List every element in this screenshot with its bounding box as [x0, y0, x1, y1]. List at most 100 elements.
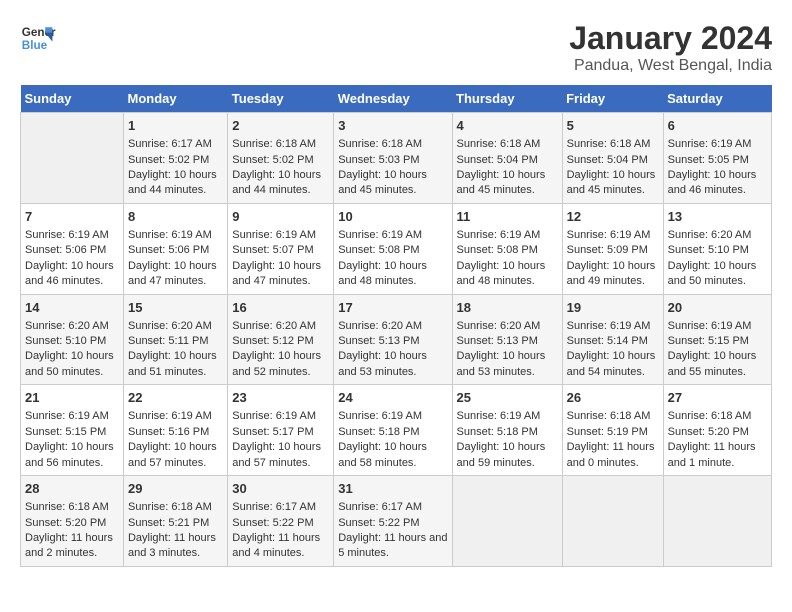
sunset-text: Sunset: 5:05 PM: [668, 154, 749, 166]
sunset-text: Sunset: 5:18 PM: [457, 426, 538, 438]
sunrise-text: Sunrise: 6:20 AM: [128, 320, 212, 332]
daylight-text: Daylight: 10 hours and 56 minutes.: [25, 441, 114, 468]
day-number: 17: [338, 299, 447, 317]
sunrise-text: Sunrise: 6:19 AM: [232, 229, 316, 241]
svg-text:Blue: Blue: [22, 39, 48, 52]
daylight-text: Daylight: 10 hours and 55 minutes.: [668, 350, 757, 377]
daylight-text: Daylight: 10 hours and 58 minutes.: [338, 441, 427, 468]
sunrise-text: Sunrise: 6:20 AM: [232, 320, 316, 332]
sunrise-text: Sunrise: 6:19 AM: [338, 410, 422, 422]
calendar-cell: 9 Sunrise: 6:19 AM Sunset: 5:07 PM Daylight…: [228, 203, 334, 294]
sunrise-text: Sunrise: 6:17 AM: [128, 138, 212, 150]
sunset-text: Sunset: 5:21 PM: [128, 517, 209, 529]
sunrise-text: Sunrise: 6:18 AM: [128, 501, 212, 513]
header-sunday: Sunday: [21, 85, 124, 113]
calendar-cell: 31Sunrise: 6:17 AMSunset: 5:22 PMDayligh…: [334, 476, 452, 567]
calendar-cell: 20Sunrise: 6:19 AMSunset: 5:15 PMDayligh…: [663, 294, 771, 385]
sunset-text: Sunset: 5:13 PM: [457, 335, 538, 347]
daylight-text: Daylight: 11 hours and 4 minutes.: [232, 532, 320, 559]
sunrise-text: Sunrise: 6:20 AM: [338, 320, 422, 332]
calendar-cell: 24Sunrise: 6:19 AMSunset: 5:18 PMDayligh…: [334, 385, 452, 476]
sunset-text: Sunset: 5:08 PM: [457, 244, 538, 256]
daylight-text: Daylight: 10 hours and 47 minutes.: [232, 260, 321, 287]
daylight-text: Daylight: 11 hours and 2 minutes.: [25, 532, 113, 559]
day-number: 9: [232, 208, 329, 226]
day-number: 18: [457, 299, 558, 317]
daylight-text: Daylight: 10 hours and 46 minutes.: [668, 169, 757, 196]
calendar-cell: 25Sunrise: 6:19 AMSunset: 5:18 PMDayligh…: [452, 385, 562, 476]
sunrise-text: Sunrise: 6:18 AM: [567, 410, 651, 422]
sunrise-text: Sunrise: 6:18 AM: [668, 410, 752, 422]
sunrise-text: Sunrise: 6:18 AM: [338, 138, 422, 150]
calendar-cell: 5Sunrise: 6:18 AMSunset: 5:04 PMDaylight…: [562, 113, 663, 204]
calendar-cell: 10Sunrise: 6:19 AMSunset: 5:08 PMDayligh…: [334, 203, 452, 294]
calendar-week-row: 7Sunrise: 6:19 AMSunset: 5:06 PMDaylight…: [21, 203, 772, 294]
calendar-cell: 30Sunrise: 6:17 AMSunset: 5:22 PMDayligh…: [228, 476, 334, 567]
page-header: General Blue January 2024 Pandua, West B…: [20, 20, 772, 75]
calendar-cell: 28Sunrise: 6:18 AMSunset: 5:20 PMDayligh…: [21, 476, 124, 567]
sunset-text: Sunset: 5:15 PM: [668, 335, 749, 347]
sunset-text: Sunset: 5:02 PM: [128, 154, 209, 166]
sunrise-text: Sunrise: 6:20 AM: [25, 320, 109, 332]
sunset-text: Sunset: 5:12 PM: [232, 335, 313, 347]
sunrise-text: Sunrise: 6:18 AM: [567, 138, 651, 150]
calendar-cell: 6 Sunrise: 6:19 AM Sunset: 5:05 PM Daylight…: [663, 113, 771, 204]
day-number: 6: [668, 117, 767, 135]
sunset-text: Sunset: 5:22 PM: [232, 517, 313, 529]
calendar-cell: 3Sunrise: 6:18 AMSunset: 5:03 PMDaylight…: [334, 113, 452, 204]
header-monday: Monday: [123, 85, 227, 113]
day-number: 2: [232, 117, 329, 135]
calendar-cell: 16Sunrise: 6:20 AMSunset: 5:12 PMDayligh…: [228, 294, 334, 385]
page-title: January 2024: [569, 20, 772, 57]
calendar-cell: [663, 476, 771, 567]
sunset-text: Sunset: 5:07 PM: [232, 244, 313, 256]
day-number: 31: [338, 480, 447, 498]
header-friday: Friday: [562, 85, 663, 113]
calendar-cell: [562, 476, 663, 567]
daylight-text: Daylight: 11 hours and 3 minutes.: [128, 532, 216, 559]
sunrise-text: Sunrise: 6:18 AM: [457, 138, 541, 150]
sunset-text: Sunset: 5:08 PM: [338, 244, 419, 256]
calendar-cell: 29Sunrise: 6:18 AMSunset: 5:21 PMDayligh…: [123, 476, 227, 567]
daylight-text: Daylight: 10 hours and 44 minutes.: [128, 169, 217, 196]
sunset-text: Sunset: 5:03 PM: [338, 154, 419, 166]
day-number: 21: [25, 389, 119, 407]
sunrise-text: Sunrise: 6:20 AM: [668, 229, 752, 241]
sunset-text: Sunset: 5:15 PM: [25, 426, 106, 438]
day-number: 20: [668, 299, 767, 317]
sunrise-text: Sunrise: 6:19 AM: [567, 229, 651, 241]
calendar-cell: 23Sunrise: 6:19 AMSunset: 5:17 PMDayligh…: [228, 385, 334, 476]
day-number: 8: [128, 208, 223, 226]
calendar-cell: 21Sunrise: 6:19 AMSunset: 5:15 PMDayligh…: [21, 385, 124, 476]
daylight-text: Daylight: 10 hours and 53 minutes.: [457, 350, 546, 377]
sunset-text: Sunset: 5:06 PM: [128, 244, 209, 256]
calendar-header-row: Sunday Monday Tuesday Wednesday Thursday…: [21, 85, 772, 113]
sunrise-text: Sunrise: 6:19 AM: [567, 320, 651, 332]
sunset-text: Sunset: 5:06 PM: [25, 244, 106, 256]
calendar-cell: 13Sunrise: 6:20 AMSunset: 5:10 PMDayligh…: [663, 203, 771, 294]
day-number: 25: [457, 389, 558, 407]
calendar-table: Sunday Monday Tuesday Wednesday Thursday…: [20, 85, 772, 567]
daylight-text: Daylight: 11 hours and 5 minutes.: [338, 532, 447, 559]
sunrise-text: Sunrise: 6:19 AM: [668, 138, 752, 150]
sunrise-text: Sunrise: 6:19 AM: [232, 410, 316, 422]
calendar-week-row: 21 Sunrise: 6:19 AM Sunset: 5:15 PM Dayligh…: [21, 385, 772, 476]
day-number: 5: [567, 117, 659, 135]
calendar-cell: 27Sunrise: 6:18 AMSunset: 5:20 PMDayligh…: [663, 385, 771, 476]
calendar-cell: 7Sunrise: 6:19 AMSunset: 5:06 PMDaylight…: [21, 203, 124, 294]
daylight-text: Daylight: 10 hours and 49 minutes.: [567, 260, 656, 287]
sunrise-text: Sunrise: 6:18 AM: [232, 138, 316, 150]
calendar-cell: 2Sunrise: 6:18 AMSunset: 5:02 PMDaylight…: [228, 113, 334, 204]
daylight-text: Daylight: 10 hours and 46 minutes.: [25, 260, 114, 287]
page-subtitle: Pandua, West Bengal, India: [569, 57, 772, 75]
day-number: 27: [668, 389, 767, 407]
daylight-text: Daylight: 10 hours and 53 minutes.: [338, 350, 427, 377]
sunrise-text: Sunrise: 6:19 AM: [338, 229, 422, 241]
calendar-cell: 26Sunrise: 6:18 AMSunset: 5:19 PMDayligh…: [562, 385, 663, 476]
sunset-text: Sunset: 5:14 PM: [567, 335, 648, 347]
daylight-text: Daylight: 10 hours and 50 minutes.: [668, 260, 757, 287]
daylight-text: Daylight: 11 hours and 0 minutes.: [567, 441, 655, 468]
sunrise-text: Sunrise: 6:19 AM: [457, 229, 541, 241]
calendar-cell: 17Sunrise: 6:20 AMSunset: 5:13 PMDayligh…: [334, 294, 452, 385]
day-number: 13: [668, 208, 767, 226]
